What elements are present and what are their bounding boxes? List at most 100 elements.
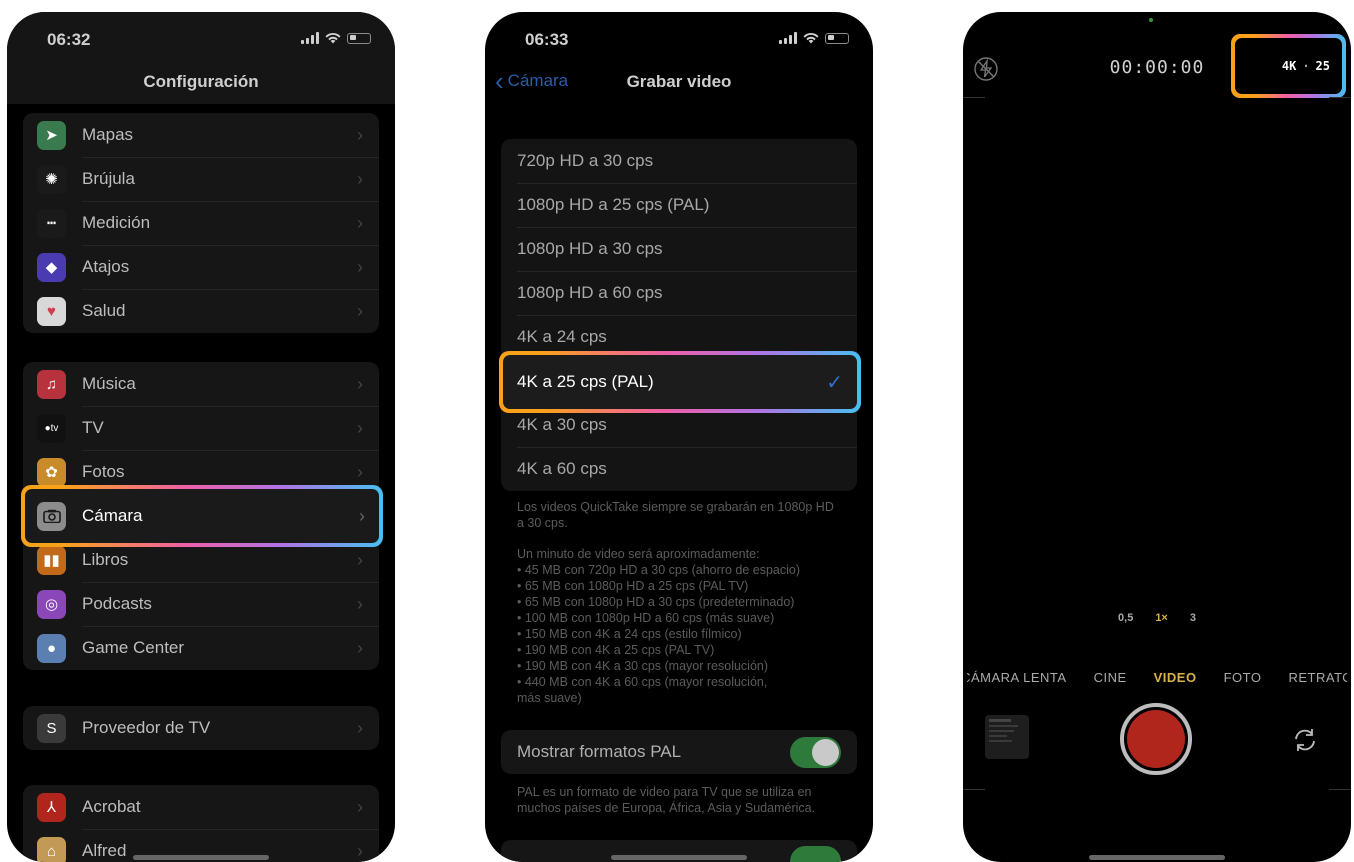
- wifi-icon: [325, 32, 341, 44]
- last-photo-thumbnail[interactable]: [985, 715, 1029, 759]
- switch-camera-icon[interactable]: [1290, 725, 1320, 760]
- size-note-line: • 190 MB con 4K a 30 cps (mayor resoluci…: [517, 658, 843, 674]
- chevron-right-icon: ›: [357, 418, 363, 439]
- home-indicator: [611, 855, 747, 860]
- zoom-controls: 0,5 1× 3: [963, 612, 1351, 624]
- tv-icon: ●tv: [37, 414, 66, 443]
- settings-row-label: Libros: [82, 550, 128, 570]
- battery-icon: [347, 33, 371, 44]
- page-title: Configuración: [7, 72, 395, 92]
- settings-row-medición[interactable]: ┅ Medición ›: [23, 201, 379, 245]
- settings-row-label: Música: [82, 374, 136, 394]
- acrobat-icon: ⅄: [37, 793, 66, 822]
- size-note-line: • 440 MB con 4K a 60 cps (mayor resoluci…: [517, 674, 843, 690]
- video-format-option[interactable]: 720p HD a 30 cps: [501, 139, 857, 183]
- settings-row-música[interactable]: ♫ Música ›: [23, 362, 379, 406]
- measure-icon: ┅: [37, 209, 66, 238]
- selected-option-label[interactable]: 4K a 25 cps (PAL): [517, 372, 654, 392]
- camera-screen: 00:00:00 4K · 25 0,5 1× 3 CÁMARA LENTA C…: [963, 12, 1351, 862]
- selected-option-highlight: 4K a 25 cps (PAL) ✓: [499, 351, 861, 413]
- video-format-option[interactable]: 1080p HD a 60 cps: [501, 271, 857, 315]
- status-bar: 06:32: [7, 12, 395, 64]
- compass-icon: ✺: [37, 165, 66, 194]
- chevron-right-icon: ›: [357, 638, 363, 659]
- video-format-list: 720p HD a 30 cps1080p HD a 25 cps (PAL)1…: [501, 139, 857, 491]
- chevron-right-icon: ›: [357, 213, 363, 234]
- settings-row-label: Podcasts: [82, 594, 152, 614]
- format-resolution: 4K: [1282, 59, 1296, 73]
- format-indicator[interactable]: 4K · 25: [1235, 38, 1342, 94]
- settings-group-4: ⅄Acrobat› ⌂ Alfred ›: [23, 785, 379, 862]
- toggle-partial[interactable]: [790, 846, 841, 862]
- frame-guide-left-bottom: [963, 789, 985, 790]
- settings-row-label: Salud: [82, 301, 125, 321]
- pal-note: PAL es un formato de video para TV que s…: [517, 784, 843, 816]
- podcasts-icon: ◎: [37, 590, 66, 619]
- alfred-icon: ⌂: [37, 837, 66, 862]
- size-note-line: • 100 MB con 1080p HD a 60 cps (más suav…: [517, 610, 843, 626]
- status-time: 06:33: [525, 30, 568, 50]
- settings-screen: 06:32 Configuración ➤Mapas› ✺ Brújula › ┅ Med…: [7, 12, 395, 862]
- mode-video[interactable]: VIDEO: [1154, 670, 1197, 685]
- photos-icon: ✿: [37, 458, 66, 487]
- chevron-left-icon: ‹: [495, 73, 504, 90]
- chevron-right-icon: ›: [357, 841, 363, 862]
- home-indicator: [133, 855, 269, 860]
- chevron-right-icon: ›: [357, 718, 363, 739]
- settings-row-label: Fotos: [82, 462, 125, 482]
- mode-selector: CÁMARA LENTA CINE VIDEO FOTO RETRATO: [967, 670, 1347, 688]
- tv-provider-icon: S: [37, 714, 66, 743]
- mode-slow-motion[interactable]: CÁMARA LENTA: [967, 670, 1067, 685]
- zoom-0-5[interactable]: 0,5: [1118, 612, 1133, 624]
- checkmark-icon: ✓: [826, 370, 843, 395]
- settings-row-game-center[interactable]: ●Game Center›: [23, 626, 379, 670]
- back-button[interactable]: ‹ Cámara: [495, 71, 568, 91]
- zoom-3[interactable]: 3: [1190, 612, 1196, 624]
- settings-row-acrobat[interactable]: ⅄Acrobat›: [23, 785, 379, 829]
- camera-indicator-dot: [1149, 18, 1153, 22]
- home-indicator: [1089, 855, 1225, 860]
- settings-row-podcasts[interactable]: ◎ Podcasts ›: [23, 582, 379, 626]
- settings-row-label: Medición: [82, 213, 150, 233]
- pal-toggle-row: Mostrar formatos PAL: [501, 730, 857, 774]
- books-icon: ▮▮: [37, 546, 66, 575]
- settings-row-salud[interactable]: ♥Salud›: [23, 289, 379, 333]
- size-note: Un minuto de video será aproximadamente:…: [517, 546, 843, 706]
- settings-row-tv[interactable]: ●tv TV ›: [23, 406, 379, 450]
- settings-row-atajos[interactable]: ◆Atajos›: [23, 245, 379, 289]
- record-video-screen: 06:33 ‹ Cámara Grabar video 720p HD a 30…: [485, 12, 873, 862]
- zoom-1x[interactable]: 1×: [1155, 612, 1168, 624]
- mode-portrait[interactable]: RETRATO: [1288, 670, 1347, 685]
- music-icon: ♫: [37, 370, 66, 399]
- mode-photo[interactable]: FOTO: [1224, 670, 1262, 685]
- video-format-option[interactable]: 1080p HD a 30 cps: [501, 227, 857, 271]
- battery-icon: [825, 33, 849, 44]
- camera-row-label[interactable]: Cámara: [82, 506, 142, 526]
- mode-cinematic[interactable]: CINE: [1094, 670, 1127, 685]
- video-format-option[interactable]: 1080p HD a 25 cps (PAL): [501, 183, 857, 227]
- chevron-right-icon: ›: [357, 594, 363, 615]
- video-format-option[interactable]: 4K a 60 cps: [501, 447, 857, 491]
- signal-icon: [301, 32, 319, 44]
- settings-row-mapas[interactable]: ➤Mapas›: [23, 113, 379, 157]
- format-indicator-highlight: 4K · 25: [1231, 34, 1346, 98]
- chevron-right-icon: ›: [357, 550, 363, 571]
- health-icon: ♥: [37, 297, 66, 326]
- settings-row-label: Proveedor de TV: [82, 718, 210, 738]
- settings-row-label: Alfred: [82, 841, 126, 861]
- chevron-right-icon: ›: [357, 169, 363, 190]
- pal-toggle[interactable]: [790, 737, 841, 768]
- camera-row-highlight: Cámara ›: [21, 485, 383, 547]
- page-title: Grabar video: [575, 72, 783, 92]
- settings-row-proveedor-de-tv[interactable]: S Proveedor de TV ›: [23, 706, 379, 750]
- chevron-right-icon: ›: [357, 374, 363, 395]
- chevron-right-icon: ›: [357, 462, 363, 483]
- record-button[interactable]: [1120, 703, 1192, 775]
- settings-row-brújula[interactable]: ✺ Brújula ›: [23, 157, 379, 201]
- settings-row-label: Brújula: [82, 169, 135, 189]
- settings-row-label: Game Center: [82, 638, 184, 658]
- pal-toggle-label: Mostrar formatos PAL: [517, 742, 681, 762]
- settings-row-label: TV: [82, 418, 104, 438]
- size-note-line: • 190 MB con 4K a 25 cps (PAL TV): [517, 642, 843, 658]
- shortcuts-icon: ◆: [37, 253, 66, 282]
